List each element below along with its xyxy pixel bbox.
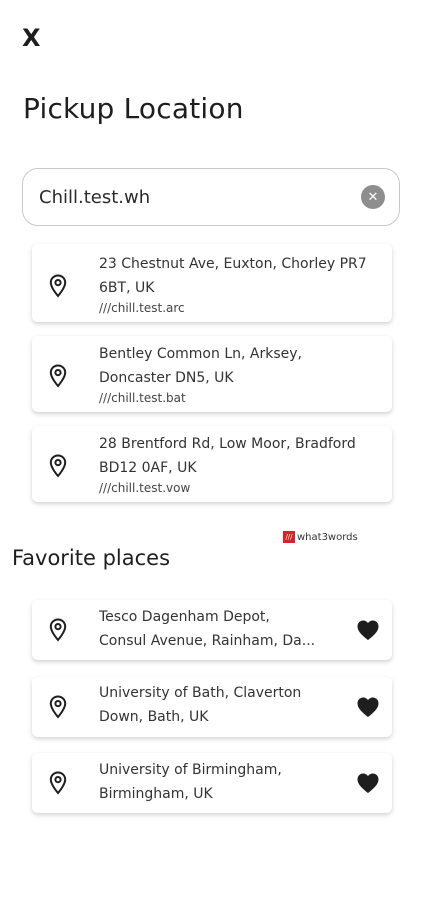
result-address-line2: Doncaster DN5, UK [99, 370, 234, 386]
heart-icon[interactable] [356, 772, 380, 794]
location-pin-icon [49, 695, 67, 719]
favorite-address-line1: University of Birmingham, [99, 762, 282, 778]
favorite-address-line2: Birmingham, UK [99, 786, 213, 802]
location-pin-icon [49, 618, 67, 642]
favorite-address-line2: Consul Avenue, Rainham, Da... [99, 633, 316, 649]
favorite-address-line2: Down, Bath, UK [99, 709, 209, 725]
result-address-line2: 6BT, UK [99, 280, 155, 296]
search-field[interactable]: ✕ [22, 168, 400, 226]
page-title: Pickup Location [23, 92, 244, 125]
heart-icon[interactable] [356, 619, 380, 641]
result-w3w: ///chill.test.arc [99, 301, 185, 315]
result-w3w: ///chill.test.bat [99, 391, 186, 405]
favorite-address-line1: Tesco Dagenham Depot, [99, 609, 270, 625]
what3words-label: what3words [297, 531, 358, 543]
favorites-title: Favorite places [12, 546, 171, 570]
result-item[interactable]: 28 Brentford Rd, Low Moor, Bradford BD12… [32, 426, 392, 502]
favorite-address-line1: University of Bath, Claverton [99, 685, 302, 701]
heart-icon[interactable] [356, 696, 380, 718]
location-pin-icon [49, 274, 67, 298]
clear-icon[interactable]: ✕ [361, 185, 385, 209]
search-input[interactable] [37, 185, 361, 209]
location-pin-icon [49, 364, 67, 388]
result-address-line1: 23 Chestnut Ave, Euxton, Chorley PR7 [99, 256, 367, 272]
result-item[interactable]: 23 Chestnut Ave, Euxton, Chorley PR7 6BT… [32, 244, 392, 322]
favorite-item[interactable]: Tesco Dagenham Depot, Consul Avenue, Rai… [32, 600, 392, 660]
location-pin-icon [49, 454, 67, 478]
result-address-line1: Bentley Common Ln, Arksey, [99, 346, 302, 362]
location-pin-icon [49, 771, 67, 795]
favorite-item[interactable]: University of Bath, Claverton Down, Bath… [32, 677, 392, 737]
result-item[interactable]: Bentley Common Ln, Arksey, Doncaster DN5… [32, 336, 392, 412]
favorite-item[interactable]: University of Birmingham, Birmingham, UK [32, 753, 392, 813]
result-address-line2: BD12 0AF, UK [99, 460, 197, 476]
what3words-logo: /// what3words [283, 531, 358, 543]
close-button[interactable]: X [22, 26, 41, 50]
result-w3w: ///chill.test.vow [99, 481, 191, 495]
what3words-logo-mark: /// [283, 531, 295, 543]
result-address-line1: 28 Brentford Rd, Low Moor, Bradford [99, 436, 356, 452]
